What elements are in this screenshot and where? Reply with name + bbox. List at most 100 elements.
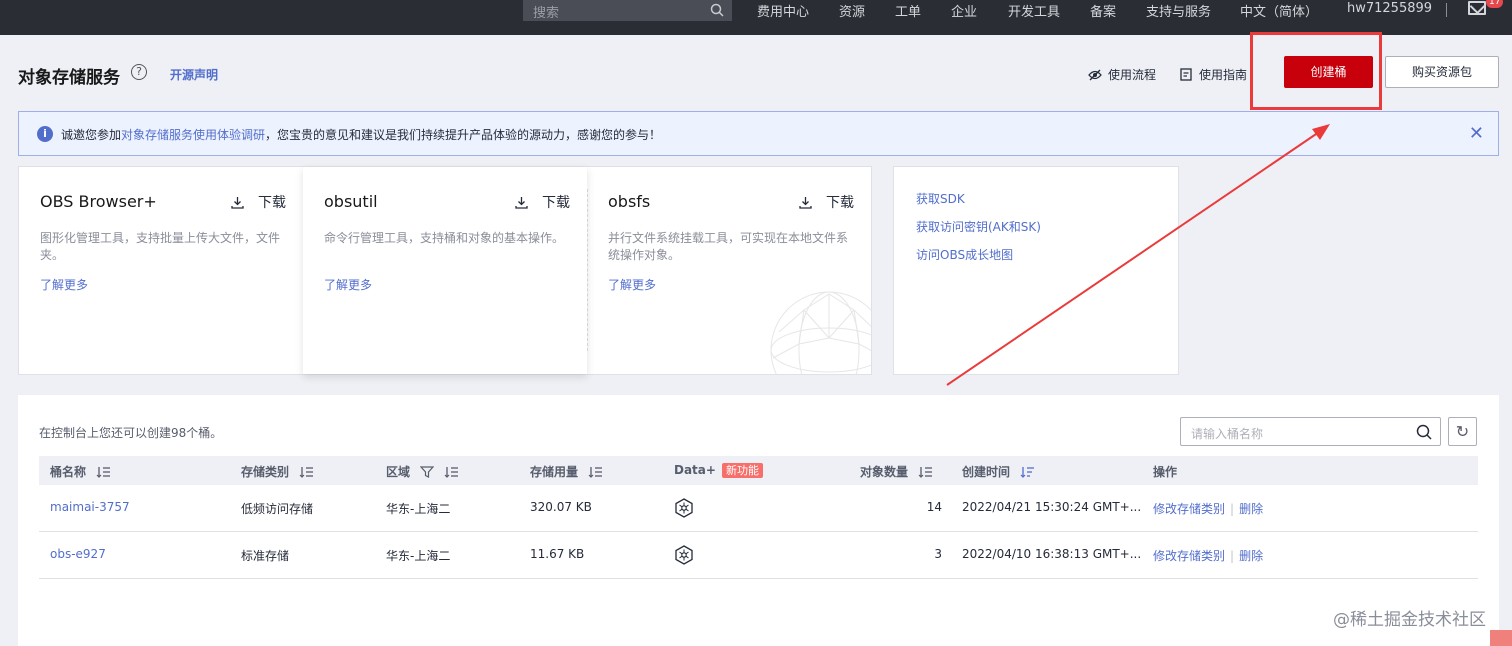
column-header-actions: 操作 [1153, 465, 1178, 479]
column-label: Data+ [674, 463, 716, 477]
table-header: 桶名称 存储类别 区域 存储用量 Data+ 新功能 对象数量 创建时间 操作 [39, 456, 1478, 485]
column-header-dataplus: Data+ 新功能 [674, 463, 763, 478]
column-label: 对象数量 [860, 465, 909, 479]
survey-link[interactable]: 对象存储服务使用体验调研 [121, 128, 265, 142]
get-access-key-link[interactable]: 获取访问密钥(AK和SK) [916, 218, 1041, 235]
get-sdk-link[interactable]: 获取SDK [916, 190, 965, 207]
annotation-highlight-box [1250, 32, 1382, 110]
nav-support[interactable]: 支持与服务 [1146, 1, 1211, 20]
quick-links-card: 获取SDK 获取访问密钥(AK和SK) 访问OBS成长地图 [893, 166, 1179, 375]
sort-icon[interactable] [918, 467, 933, 478]
mail-badge: 17 [1486, 0, 1504, 8]
column-header-region[interactable]: 区域 [386, 463, 459, 480]
learn-more-link[interactable]: 了解更多 [324, 276, 372, 293]
actions-cell: 修改存储类别 | 删除 [1153, 500, 1263, 517]
info-icon: i [37, 126, 53, 142]
download-link[interactable]: 下载 [799, 192, 854, 212]
sort-icon[interactable] [444, 467, 459, 478]
column-header-name[interactable]: 桶名称 [50, 463, 111, 480]
nav-resources[interactable]: 资源 [839, 1, 865, 20]
nav-tickets[interactable]: 工单 [895, 1, 921, 20]
learn-more-link[interactable]: 了解更多 [608, 276, 656, 293]
sort-icon[interactable] [299, 467, 314, 478]
bucket-quota-text: 在控制台上您还可以创建98个桶。 [39, 426, 223, 440]
modify-storage-class-link[interactable]: 修改存储类别 [1153, 549, 1225, 563]
column-label: 创建时间 [962, 465, 1011, 479]
learn-more-link[interactable]: 了解更多 [40, 276, 88, 293]
action-separator: | [1230, 549, 1235, 563]
column-header-storage-class[interactable]: 存储类别 [241, 463, 314, 480]
region-cell: 华东-上海二 [386, 549, 451, 563]
download-link[interactable]: 下载 [515, 192, 570, 212]
sort-icon[interactable] [588, 467, 603, 478]
nav-user-account[interactable]: hw71255899 [1347, 1, 1432, 16]
bucket-name-link[interactable]: obs-e927 [50, 547, 106, 561]
tool-name: obsfs [608, 192, 651, 211]
filter-icon[interactable] [420, 466, 435, 478]
global-search-input[interactable]: 搜索 [523, 0, 732, 21]
nav-dev-tools[interactable]: 开发工具 [1008, 1, 1060, 20]
help-icon[interactable]: ? [131, 64, 147, 80]
tool-name: OBS Browser+ [40, 192, 157, 211]
download-link[interactable]: 下载 [231, 192, 286, 212]
obs-growth-map-link[interactable]: 访问OBS成长地图 [916, 246, 1013, 263]
download-label: 下载 [542, 195, 570, 211]
search-icon[interactable] [1416, 424, 1432, 440]
usage-flow-link[interactable]: 使用流程 [1088, 66, 1156, 83]
mail-icon[interactable] [1468, 1, 1486, 15]
sort-icon[interactable] [96, 467, 111, 478]
dataplus-icon[interactable] [674, 498, 694, 518]
usage-guide-link[interactable]: 使用指南 [1180, 66, 1247, 83]
column-header-created[interactable]: 创建时间 [962, 463, 1035, 480]
column-header-objects[interactable]: 对象数量 [860, 463, 933, 480]
usage-flow-label: 使用流程 [1108, 68, 1157, 82]
search-icon[interactable] [710, 3, 724, 17]
download-label: 下载 [826, 195, 854, 211]
buy-resource-package-button[interactable]: 购买资源包 [1385, 56, 1499, 88]
refresh-button[interactable]: ↻ [1448, 417, 1477, 446]
region-cell: 华东-上海二 [386, 502, 451, 516]
watermark: @稀土掘金技术社区 [1333, 610, 1486, 630]
nav-enterprise[interactable]: 企业 [951, 1, 977, 20]
actions-cell: 修改存储类别 | 删除 [1153, 547, 1263, 564]
nav-language[interactable]: 中文（简体） [1240, 1, 1318, 20]
object-count-cell: 3 [934, 547, 942, 561]
tool-description: 命令行管理工具，支持桶和对象的基本操作。 [324, 231, 565, 245]
column-label: 桶名称 [50, 465, 87, 479]
storage-class-cell: 低频访问存储 [241, 502, 314, 516]
sort-desc-icon[interactable] [1020, 467, 1035, 478]
delete-link[interactable]: 删除 [1239, 549, 1263, 563]
guide-icon [1180, 68, 1192, 81]
bucket-search-input[interactable]: 请输入桶名称 [1180, 417, 1441, 446]
object-count-cell: 14 [926, 500, 942, 514]
bucket-search-placeholder: 请输入桶名称 [1191, 427, 1264, 441]
created-time-cell: 2022/04/10 16:38:13 GMT+... [962, 547, 1142, 561]
notice-text: 诚邀您参加对象存储服务使用体验调研，您宝贵的意见和建议是我们持续提升产品体验的源… [61, 126, 661, 143]
usage-cell: 320.07 KB [530, 500, 592, 514]
download-icon [231, 197, 244, 209]
dataplus-icon[interactable] [674, 545, 694, 565]
nav-filing[interactable]: 备案 [1090, 1, 1116, 20]
survey-notice-banner: i 诚邀您参加对象存储服务使用体验调研，您宝贵的意见和建议是我们持续提升产品体验… [18, 111, 1499, 156]
tools-card: OBS Browser+ 下载 图形化管理工具，支持批量上传大文件，文件夹。 了… [18, 166, 872, 375]
tool-description: 并行文件系统挂载工具，可实现在本地文件系统操作对象。 [608, 231, 849, 262]
nav-divider [1446, 3, 1447, 17]
action-separator: | [1230, 502, 1235, 516]
open-source-link[interactable]: 开源声明 [170, 66, 218, 83]
delete-link[interactable]: 删除 [1239, 502, 1263, 516]
new-feature-badge: 新功能 [721, 463, 763, 478]
column-header-usage[interactable]: 存储用量 [530, 463, 603, 480]
nav-billing[interactable]: 费用中心 [757, 1, 809, 20]
close-icon[interactable]: ✕ [1469, 123, 1484, 144]
bucket-name-link[interactable]: maimai-3757 [50, 500, 130, 514]
notice-prefix: 诚邀您参加 [61, 128, 122, 142]
column-label: 存储类别 [241, 465, 290, 479]
globe-decoration-icon [770, 291, 871, 374]
tool-description: 图形化管理工具，支持批量上传大文件，文件夹。 [40, 231, 281, 262]
modify-storage-class-link[interactable]: 修改存储类别 [1153, 502, 1225, 516]
column-label: 区域 [386, 465, 411, 479]
usage-cell: 11.67 KB [530, 547, 585, 561]
table-row: obs-e927 标准存储 华东-上海二 11.67 KB 3 2022/04/… [39, 532, 1478, 579]
floating-widget[interactable] [1490, 630, 1512, 646]
eye-icon [1088, 69, 1102, 81]
